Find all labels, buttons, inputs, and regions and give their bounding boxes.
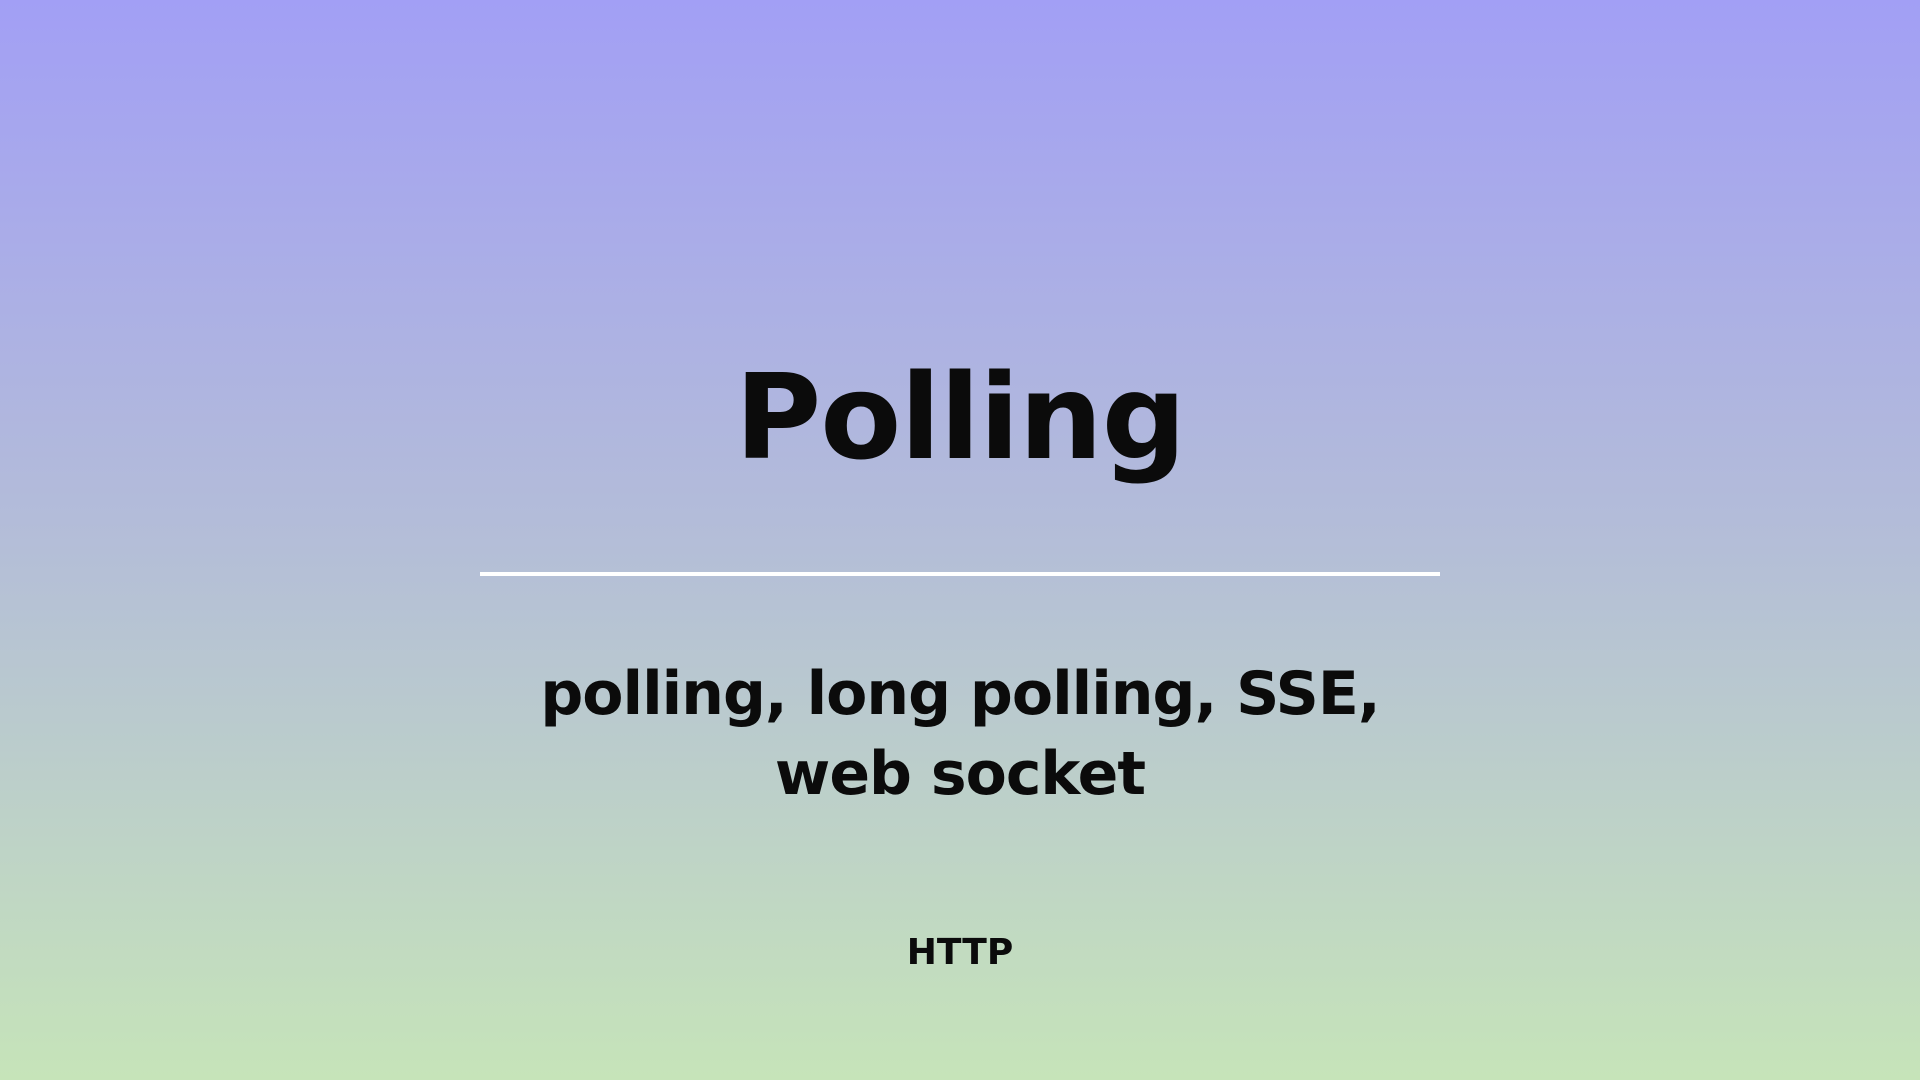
slide-title: Polling (734, 348, 1186, 486)
slide: Polling polling, long polling, SSE, web … (0, 0, 1920, 1080)
slide-footer: HTTP (906, 932, 1014, 973)
title-divider (480, 572, 1440, 576)
slide-subtitle: polling, long polling, SSE, web socket (540, 659, 1380, 809)
